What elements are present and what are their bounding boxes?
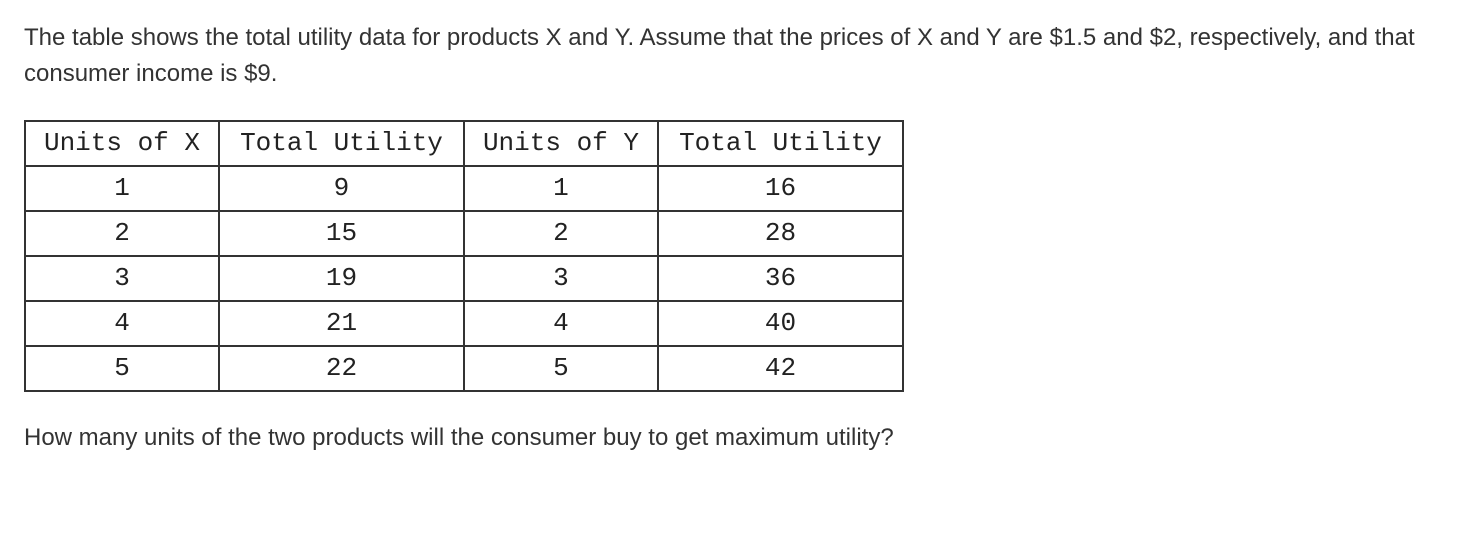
- cell-units-x: 2: [25, 211, 219, 256]
- cell-units-x: 5: [25, 346, 219, 391]
- cell-units-y: 3: [464, 256, 658, 301]
- cell-units-y: 5: [464, 346, 658, 391]
- header-total-utility-y: Total Utility: [658, 121, 903, 166]
- header-units-y: Units of Y: [464, 121, 658, 166]
- cell-total-utility-y: 40: [658, 301, 903, 346]
- question-text: How many units of the two products will …: [24, 420, 1452, 456]
- cell-units-y: 2: [464, 211, 658, 256]
- cell-total-utility-x: 21: [219, 301, 464, 346]
- cell-units-x: 4: [25, 301, 219, 346]
- table-row: 2 15 2 28: [25, 211, 903, 256]
- cell-total-utility-y: 42: [658, 346, 903, 391]
- table-row: 3 19 3 36: [25, 256, 903, 301]
- cell-total-utility-y: 28: [658, 211, 903, 256]
- cell-total-utility-y: 36: [658, 256, 903, 301]
- table-row: 1 9 1 16: [25, 166, 903, 211]
- table-row: 4 21 4 40: [25, 301, 903, 346]
- cell-units-x: 1: [25, 166, 219, 211]
- intro-text: The table shows the total utility data f…: [24, 20, 1452, 92]
- cell-total-utility-x: 22: [219, 346, 464, 391]
- cell-total-utility-y: 16: [658, 166, 903, 211]
- cell-total-utility-x: 9: [219, 166, 464, 211]
- cell-units-y: 4: [464, 301, 658, 346]
- table-header-row: Units of X Total Utility Units of Y Tota…: [25, 121, 903, 166]
- table-row: 5 22 5 42: [25, 346, 903, 391]
- cell-units-y: 1: [464, 166, 658, 211]
- cell-units-x: 3: [25, 256, 219, 301]
- utility-table: Units of X Total Utility Units of Y Tota…: [24, 120, 904, 392]
- header-units-x: Units of X: [25, 121, 219, 166]
- cell-total-utility-x: 19: [219, 256, 464, 301]
- cell-total-utility-x: 15: [219, 211, 464, 256]
- header-total-utility-x: Total Utility: [219, 121, 464, 166]
